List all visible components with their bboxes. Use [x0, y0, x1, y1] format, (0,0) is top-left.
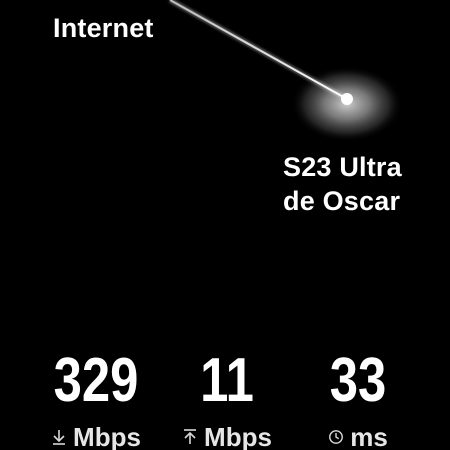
internet-label: Internet	[53, 13, 154, 43]
device-name-label: S23 Ultra de Oscar	[283, 150, 423, 218]
upload-arrow-icon	[184, 429, 197, 444]
ping-metric: 33 ms	[288, 348, 428, 450]
download-value: 329	[53, 346, 139, 415]
ping-value: 33	[329, 346, 387, 415]
ping-unit: ms	[350, 422, 388, 450]
upload-value: 11	[200, 346, 254, 415]
upload-unit-row: Mbps	[157, 422, 297, 450]
speed-test-screen: Internet S23 Ultra de Oscar 329 Mbps 11 …	[0, 0, 450, 450]
download-unit: Mbps	[73, 422, 141, 450]
download-unit-row: Mbps	[26, 422, 166, 450]
clock-icon	[329, 430, 344, 444]
download-metric: 329 Mbps	[26, 348, 166, 450]
beam-line	[169, 0, 348, 100]
device-name-line1: S23 Ultra	[283, 152, 402, 182]
device-dot	[341, 93, 353, 105]
upload-metric: 11 Mbps	[157, 348, 297, 450]
device-name-line2: de Oscar	[283, 186, 401, 216]
ping-unit-row: ms	[288, 422, 428, 450]
upload-unit: Mbps	[204, 422, 272, 450]
download-arrow-icon	[53, 430, 66, 445]
